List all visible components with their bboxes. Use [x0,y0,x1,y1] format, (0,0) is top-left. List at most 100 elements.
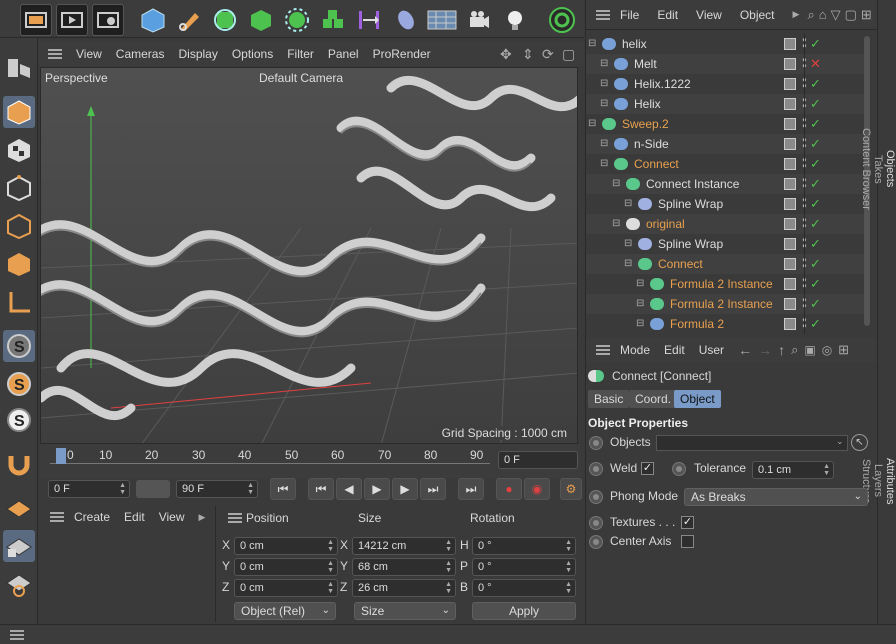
object-row[interactable]: ⊟ Connect Instance ●●✓ [586,174,866,194]
spin-icon[interactable]: ▲ ▼ [565,581,572,595]
workplane-snap-icon[interactable]: S [3,404,35,436]
visibility-dots-icon[interactable]: ●● [802,216,808,231]
size-input[interactable]: 26 cm ▲ ▼ [352,579,456,597]
subdivision-icon[interactable] [245,4,277,36]
viewport-menu-prorender[interactable]: ProRender [373,47,431,61]
menu-more-icon[interactable]: ▶ [199,512,206,523]
attr-menu-mode[interactable]: Mode [620,343,650,357]
texture-mode-icon[interactable] [3,134,35,166]
textures-anim-icon[interactable] [589,516,603,530]
expand-icon[interactable]: ⊟ [600,54,608,74]
tab-attributes[interactable]: Attributes [884,338,896,624]
expand-icon[interactable]: ⊟ [612,214,620,234]
expand-icon[interactable]: ⊟ [588,34,596,54]
viewport-menu-display[interactable]: Display [178,47,217,61]
object-row[interactable]: ⊟ Spline Wrap ●●✓ [586,234,866,254]
snap-settings-icon[interactable]: S [3,368,35,400]
next-key-icon[interactable]: ⏭ [420,478,446,500]
size-input[interactable]: 68 cm ▲ ▼ [352,558,456,576]
attr-menu-edit[interactable]: Edit [664,343,685,357]
mograph-icon[interactable] [317,4,349,36]
coords-menu-icon[interactable] [228,513,242,523]
layer-icon[interactable] [784,58,796,70]
object-row[interactable]: ⊟ Helix ●●✓ [586,94,866,114]
material-menu-icon[interactable] [50,512,64,522]
layer-icon[interactable] [784,278,796,290]
object-name[interactable]: original [646,214,685,234]
expand-icon[interactable]: ⊟ [600,74,608,94]
spin-icon[interactable]: ▲ ▼ [327,581,334,595]
back-arrow-icon[interactable]: ← [738,342,752,358]
next-frame-icon[interactable]: ▶ [392,478,418,500]
spin-icon[interactable]: ▲ ▼ [247,482,254,496]
object-menu-view[interactable]: View [696,8,722,22]
object-menu-file[interactable]: File [620,8,639,22]
edges-mode-icon[interactable] [3,210,35,242]
expand-icon[interactable]: ⊟ [600,134,608,154]
visibility-dots-icon[interactable]: ●● [802,36,808,51]
enabled-check-icon[interactable]: ✓ [810,74,821,94]
autokey-icon[interactable]: ◉ [524,478,550,500]
floor-icon[interactable] [426,4,458,36]
cloner-icon[interactable] [281,4,313,36]
layer-icon[interactable] [784,238,796,250]
material-menu-view[interactable]: View [159,510,185,524]
render-view-icon[interactable] [56,4,88,36]
center-axis-checkbox[interactable] [681,535,694,548]
layer-icon[interactable] [784,98,796,110]
column-divider[interactable] [804,34,805,334]
tab-content-browser[interactable]: Content Browser [860,0,872,338]
enabled-check-icon[interactable]: ✓ [810,314,821,334]
object-name[interactable]: Melt [634,54,657,74]
make-editable-icon[interactable] [3,52,35,84]
expand-icon[interactable]: ⊟ [588,114,596,134]
enabled-check-icon[interactable]: ✓ [810,134,821,154]
viewport-menu-view[interactable]: View [76,47,102,61]
viewport-menu-icon[interactable] [48,49,62,59]
rotation-input[interactable]: 0 ° ▲ ▼ [472,537,576,555]
center-axis-anim-icon[interactable] [589,535,603,549]
render-settings-icon[interactable] [92,4,124,36]
go-to-start-icon[interactable]: ⏮ [270,478,296,500]
tolerance-input[interactable]: 0.1 cm ▲ ▼ [752,461,834,479]
material-menu-edit[interactable]: Edit [124,510,145,524]
home-icon[interactable]: ⌂ [819,7,827,22]
viewport-menu-cameras[interactable]: Cameras [116,47,165,61]
object-row[interactable]: ⊟ helix ●●✓ [586,34,866,54]
enabled-check-icon[interactable]: ✓ [810,234,821,254]
start-frame-field[interactable]: 0 F ▲ ▼ [48,480,130,498]
layer-icon[interactable] [784,298,796,310]
object-name[interactable]: Connect [634,154,679,174]
coords-size-select[interactable]: Size ⌄ [354,602,456,620]
visibility-dots-icon[interactable]: ●● [802,116,808,131]
object-name[interactable]: Connect Instance [646,174,739,194]
render-region-icon[interactable] [20,4,52,36]
rotation-input[interactable]: 0 ° ▲ ▼ [472,579,576,597]
object-name[interactable]: n-Side [634,134,669,154]
enabled-check-icon[interactable]: ✓ [810,94,821,114]
expand-icon[interactable]: ⊟ [636,314,644,334]
light-icon[interactable] [499,4,531,36]
lock-icon[interactable]: ▣ [804,343,815,357]
search-icon[interactable]: ⌕ [791,342,798,358]
enabled-check-icon[interactable]: ✓ [810,174,821,194]
spin-icon[interactable]: ▲ ▼ [823,463,830,477]
layer-icon[interactable] [784,158,796,170]
search-icon[interactable]: ⌕ [807,7,814,23]
settings-icon[interactable]: ◎ [822,343,832,357]
enabled-check-icon[interactable]: ✓ [810,34,821,54]
material-menu-create[interactable]: Create [74,510,110,524]
record-icon[interactable]: ● [496,478,522,500]
enabled-check-icon[interactable]: ✓ [810,194,821,214]
tolerance-anim-icon[interactable] [672,462,686,476]
cube-icon[interactable] [137,4,169,36]
object-name[interactable]: Helix.1222 [634,74,691,94]
deformer-icon[interactable] [353,4,385,36]
previous-key-icon[interactable]: ⏮ [308,478,334,500]
object-row[interactable]: ⊟ Formula 2 Instance ●●✓ [586,274,866,294]
generator-icon[interactable] [209,4,241,36]
layer-icon[interactable] [784,198,796,210]
visibility-dots-icon[interactable]: ●● [802,276,808,291]
enabled-check-icon[interactable]: ✓ [810,214,821,234]
expand-icon[interactable]: ⊟ [624,234,632,254]
